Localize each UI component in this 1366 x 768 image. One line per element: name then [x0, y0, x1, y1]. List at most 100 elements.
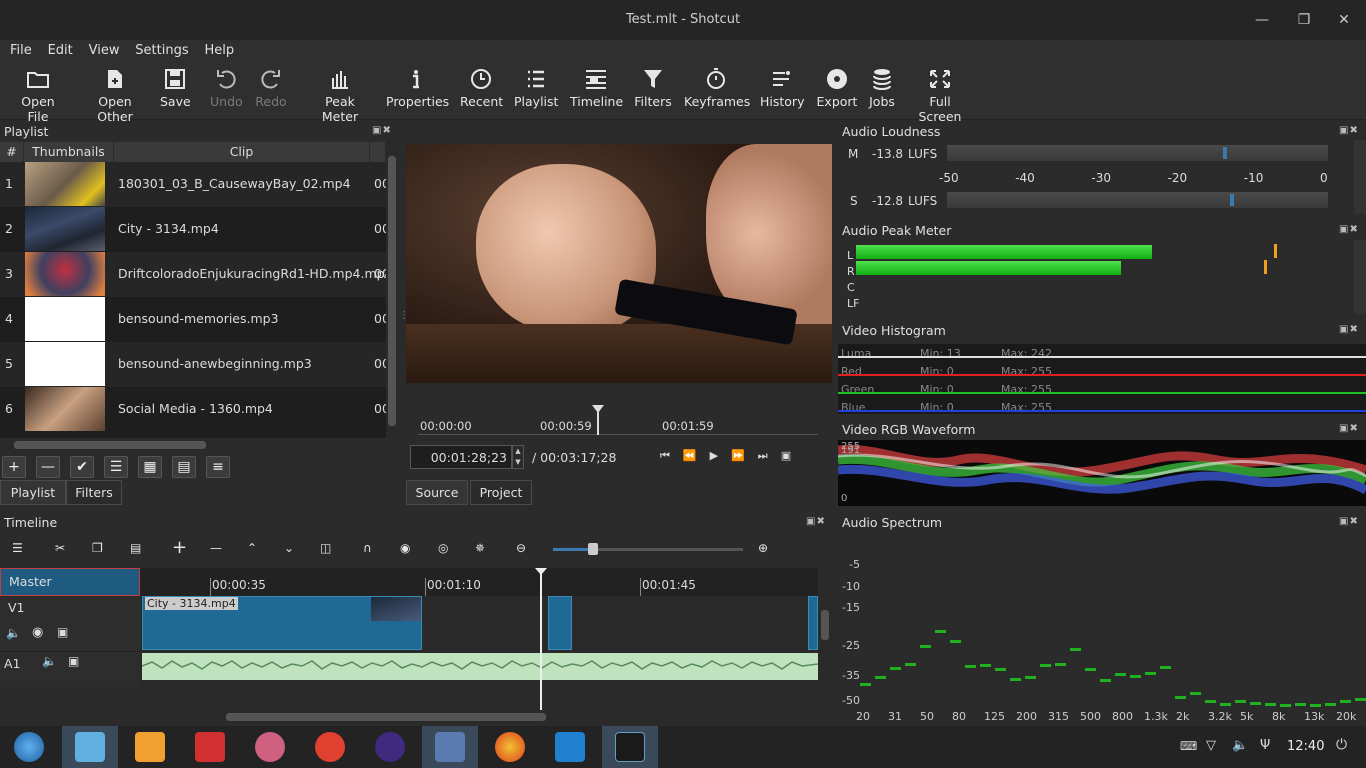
column-header-thumbnails[interactable]: Thumbnails — [24, 142, 114, 162]
loudness-scrollbar[interactable] — [1354, 140, 1366, 214]
volume-icon[interactable]: 🔈 — [1232, 738, 1248, 753]
skip-previous-icon[interactable]: ⏮ — [660, 449, 683, 462]
undo-button[interactable]: Undo — [210, 68, 243, 109]
table-row[interactable]: 3 DriftcoloradoEnjukuracingRd1-HD.mp4.mp… — [0, 252, 386, 297]
scroll-thumb[interactable] — [226, 713, 546, 721]
playlist-button[interactable]: Playlist — [514, 68, 558, 109]
table-row[interactable]: 5 bensound-anewbeginning.mp3 00 — [0, 342, 386, 387]
jobs-button[interactable]: Jobs — [866, 68, 898, 109]
skip-next-icon[interactable]: ⏭ — [758, 449, 781, 462]
timecode-spinner[interactable]: ▲ ▼ — [512, 445, 524, 469]
peak-meter-button[interactable]: Peak Meter — [306, 68, 374, 124]
lock-icon[interactable]: ▣ — [57, 625, 68, 639]
timeline-playhead[interactable] — [540, 568, 542, 710]
paste-icon[interactable]: ▤ — [130, 541, 150, 559]
lift-icon[interactable]: ⌃ — [247, 541, 267, 559]
scroll-thumb[interactable] — [821, 610, 829, 640]
column-header-extra[interactable] — [370, 142, 386, 162]
mute-icon[interactable]: 🔈 — [42, 654, 57, 668]
open-other-button[interactable]: Open Other — [79, 68, 151, 124]
video-clip[interactable]: City - 3134.mp4 — [142, 596, 422, 650]
table-row[interactable]: 6 Social Media - 1360.mp4 00 — [0, 387, 386, 432]
playhead-marker-icon[interactable] — [592, 405, 604, 413]
panel-float-close-icon[interactable]: ▣✖ — [1339, 224, 1359, 235]
vscode-icon[interactable] — [555, 732, 585, 762]
snap-magnet-icon[interactable]: ∩ — [363, 541, 383, 559]
shotcut-icon[interactable] — [615, 732, 645, 762]
zoom-icon[interactable]: ▣ — [781, 449, 804, 462]
ripple-all-icon[interactable]: ✵ — [475, 541, 495, 559]
panel-float-close-icon[interactable]: ▣✖ — [372, 125, 392, 136]
panel-float-close-icon[interactable]: ▣✖ — [1339, 516, 1359, 527]
master-track-header[interactable]: Master — [0, 568, 140, 596]
browser-e-icon[interactable] — [315, 732, 345, 762]
timeline-hscrollbar[interactable] — [140, 710, 818, 724]
panel-float-close-icon[interactable]: ▣✖ — [1339, 125, 1359, 136]
eye-icon[interactable]: ◉ — [32, 625, 43, 640]
playlist-menu-button[interactable]: ≡ — [206, 456, 230, 478]
timeline-button[interactable]: Timeline — [570, 68, 623, 109]
tab-filters[interactable]: Filters — [66, 480, 122, 505]
timeline-playhead-marker-icon[interactable] — [535, 568, 547, 575]
history-button[interactable]: History — [760, 68, 804, 109]
play-icon[interactable]: ▶ — [710, 449, 731, 462]
scroll-thumb[interactable] — [14, 441, 206, 449]
update-button[interactable]: ✔ — [70, 456, 94, 478]
minimize-icon[interactable]: — — [1254, 12, 1270, 28]
zoom-slider-handle[interactable] — [588, 543, 598, 555]
menu-help[interactable]: Help — [204, 40, 234, 58]
settings-gear-icon[interactable] — [255, 732, 285, 762]
icons-view-button[interactable]: ▤ — [172, 456, 196, 478]
menu-edit[interactable]: Edit — [48, 40, 73, 58]
menu-file[interactable]: File — [10, 40, 32, 58]
column-header-number[interactable]: # — [0, 142, 24, 162]
panel-float-close-icon[interactable]: ▣✖ — [1339, 324, 1359, 335]
archive-icon[interactable] — [135, 732, 165, 762]
copy-icon[interactable]: ❐ — [92, 541, 112, 559]
save-button[interactable]: Save — [160, 68, 191, 109]
mute-icon[interactable]: 🔈 — [6, 626, 21, 640]
power-icon[interactable]: ⏻ — [1336, 737, 1347, 753]
app-launcher-icon[interactable] — [14, 732, 44, 762]
append-icon[interactable]: + — [172, 537, 192, 558]
usb-icon[interactable]: Ψ — [1260, 738, 1270, 753]
timeline-menu-icon[interactable]: ☰ — [12, 541, 32, 559]
audio-wave-icon[interactable] — [375, 732, 405, 762]
menu-settings[interactable]: Settings — [135, 40, 188, 58]
open-file-button[interactable]: Open File — [10, 68, 66, 124]
position-timecode-field[interactable]: 00:01:28;23 — [410, 445, 512, 469]
timeline-ruler[interactable]: 00:00:35 00:01:10 00:01:45 — [140, 568, 818, 596]
split-icon[interactable]: ◫ — [320, 541, 340, 559]
tab-playlist[interactable]: Playlist — [0, 480, 66, 505]
file-manager-icon[interactable] — [75, 732, 105, 762]
timeline-vscrollbar[interactable] — [818, 596, 832, 710]
recent-button[interactable]: Recent — [460, 68, 503, 109]
ripple-icon[interactable]: ◎ — [438, 541, 458, 559]
table-row[interactable]: 4 bensound-memories.mp3 00 — [0, 297, 386, 342]
splitter-handle[interactable]: ⋮ — [399, 310, 409, 330]
table-row[interactable]: 2 City - 3134.mp4 00 — [0, 207, 386, 252]
panel-float-close-icon[interactable]: ▣✖ — [806, 516, 826, 527]
redo-button[interactable]: Redo — [255, 68, 287, 109]
details-view-button[interactable]: ☰ — [104, 456, 128, 478]
playlist-vscrollbar[interactable] — [386, 142, 398, 438]
maximize-icon[interactable]: ❐ — [1296, 12, 1312, 28]
wifi-icon[interactable]: ▽ — [1206, 738, 1216, 753]
full-screen-button[interactable]: Full Screen — [908, 68, 972, 124]
add-button[interactable]: + — [2, 456, 26, 478]
filters-button[interactable]: Filters — [634, 68, 672, 109]
firefox-icon[interactable] — [495, 732, 525, 762]
overwrite-icon[interactable]: ⌄ — [284, 541, 304, 559]
text-editor-icon[interactable] — [435, 732, 465, 762]
player-ruler[interactable]: 00:00:00 00:00:59 00:01:59 — [418, 405, 818, 435]
lock-icon[interactable]: ▣ — [68, 654, 79, 668]
export-button[interactable]: Export — [816, 68, 858, 109]
table-row[interactable]: 1 180301_03_B_CausewayBay_02.mp4 00 — [0, 162, 386, 207]
scrub-eye-icon[interactable]: ◉ — [400, 541, 420, 559]
panel-float-close-icon[interactable]: ▣✖ — [1339, 423, 1359, 434]
peak-scrollbar[interactable] — [1354, 240, 1366, 314]
tab-project[interactable]: Project — [470, 480, 532, 505]
zoom-in-icon[interactable]: ⊕ — [758, 541, 778, 559]
cut-icon[interactable]: ✂ — [55, 541, 75, 559]
video-clip[interactable] — [808, 596, 818, 650]
